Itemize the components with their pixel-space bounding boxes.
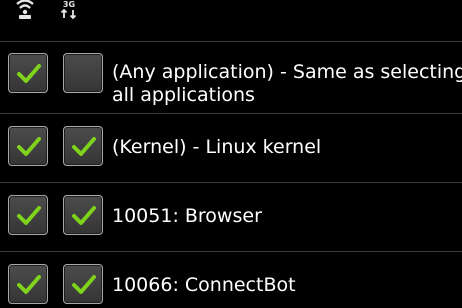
app-label-line1: (Kernel) - Linux kernel	[112, 136, 322, 158]
app-screen: 3G (Any application) - Same as selecting…	[0, 0, 462, 308]
wifi-checkbox[interactable]	[8, 195, 48, 235]
app-label: 10051: Browser	[112, 205, 452, 228]
wifi-checkbox[interactable]	[8, 126, 48, 166]
check-icon	[72, 206, 96, 225]
check-icon	[17, 64, 41, 83]
3g-checkbox[interactable]	[63, 195, 103, 235]
3g-checkbox[interactable]	[63, 126, 103, 166]
app-label: (Any application) - Same as selecting al…	[112, 61, 462, 107]
check-icon	[72, 275, 96, 294]
3g-checkbox[interactable]	[63, 264, 103, 304]
wifi-checkbox[interactable]	[8, 53, 48, 93]
row-divider	[0, 251, 462, 252]
app-label-line2: all applications	[112, 84, 255, 106]
row-divider	[0, 41, 462, 42]
3g-checkbox[interactable]	[63, 53, 103, 93]
app-label: (Kernel) - Linux kernel	[112, 136, 452, 159]
row-divider	[0, 182, 462, 183]
row-divider	[0, 113, 462, 114]
app-label-line1: (Any application) - Same as selecting	[112, 61, 462, 83]
app-list: (Any application) - Same as selecting al…	[0, 0, 462, 308]
app-label-line1: 10066: ConnectBot	[112, 274, 296, 296]
check-icon	[17, 137, 41, 156]
wifi-checkbox[interactable]	[8, 264, 48, 304]
check-icon	[17, 275, 41, 294]
app-label-line1: 10051: Browser	[112, 205, 262, 227]
check-icon	[72, 137, 96, 156]
app-label: 10066: ConnectBot	[112, 274, 452, 297]
check-icon	[17, 206, 41, 225]
